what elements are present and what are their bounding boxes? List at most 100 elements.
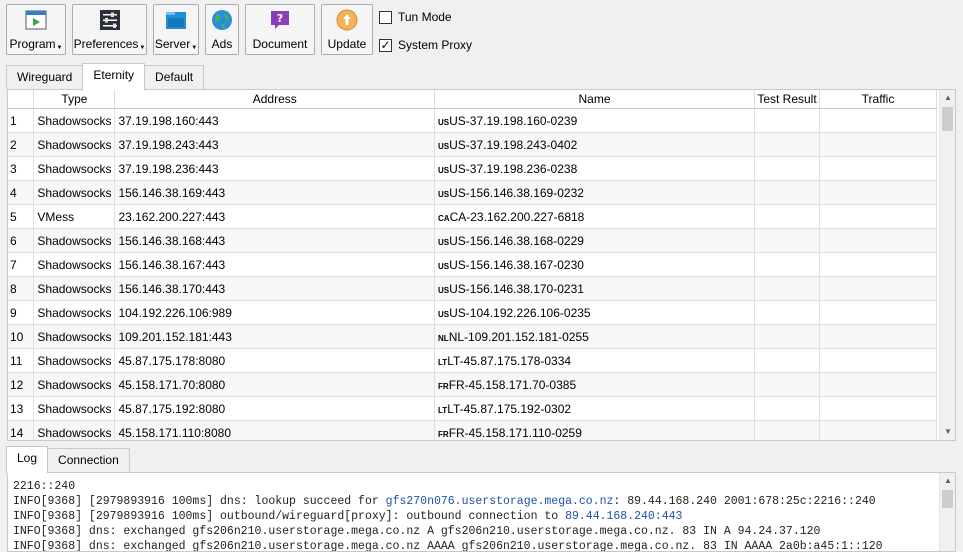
row-test-result (754, 324, 820, 349)
globe-icon (212, 10, 232, 30)
table-row[interactable]: 12 Shadowsocks 45.158.171.70:8080 FRFR-45.1… (8, 372, 937, 397)
table-row[interactable]: 10 Shadowsocks 109.201.152.181:443 NLNL-109… (8, 324, 937, 349)
row-test-result (754, 276, 820, 301)
row-traffic (819, 204, 937, 229)
country-flag-icon: US (438, 261, 450, 271)
table-row[interactable]: 13 Shadowsocks 45.87.175.192:8080 LTLT-45.8… (8, 396, 937, 421)
tab-default[interactable]: Default (144, 65, 205, 89)
table-row[interactable]: 4 Shadowsocks 156.146.38.169:443 USUS-156.1… (8, 180, 937, 205)
tun-mode-box[interactable] (379, 10, 392, 24)
table-row[interactable]: 1 Shadowsocks 37.19.198.160:443 USUS-37.19.… (8, 108, 937, 133)
row-name-text: US-37.19.198.236-0238 (449, 161, 578, 176)
table-row[interactable]: 5 VMess 23.162.200.227:443 CACA-23.162.200.… (8, 204, 937, 229)
table-row[interactable]: 9 Shadowsocks 104.192.226.106:989 USUS-104.… (8, 300, 937, 325)
system-proxy-box[interactable]: ✓ (379, 38, 392, 52)
system-proxy-checkbox[interactable]: ✓ System Proxy (379, 37, 472, 53)
row-traffic (819, 108, 937, 133)
row-type: Shadowsocks (33, 156, 116, 181)
table-header-row: Type Address Name Test Result Traffic (8, 90, 937, 109)
server-table-panel: Type Address Name Test Result Traffic 1S… (7, 89, 956, 441)
row-type: Shadowsocks (33, 348, 116, 373)
row-test-result (754, 252, 820, 277)
column-header-test-result[interactable]: Test Result (754, 90, 820, 109)
scroll-down-arrow-icon[interactable]: ▼ (940, 424, 956, 440)
row-name: FRFR-45.158.171.110-0259 (434, 420, 756, 440)
table-row[interactable]: 7 Shadowsocks 156.146.38.167:443 USUS-156.1… (8, 252, 937, 277)
log-text: INFO[9368] [2979893916 100ms] outbound/w… (13, 510, 566, 523)
server-icon (166, 12, 186, 29)
tun-mode-label: Tun Mode (398, 10, 452, 24)
program-button[interactable]: Program▼ (6, 4, 66, 55)
document-button[interactable]: ? Document (245, 4, 315, 55)
row-address: 45.158.171.70:8080 (114, 372, 436, 397)
preferences-button[interactable]: Preferences▼ (72, 4, 147, 55)
tab-log[interactable]: Log (6, 446, 49, 473)
row-name: USUS-156.146.38.167-0230 (434, 252, 756, 277)
row-index: 13 (8, 396, 35, 421)
row-name: USUS-37.19.198.243-0402 (434, 132, 756, 157)
row-traffic (819, 252, 937, 277)
row-test-result (754, 300, 820, 325)
program-label: Program (9, 37, 56, 51)
update-icon (336, 9, 358, 31)
tab-connection[interactable]: Connection (47, 448, 130, 472)
row-name: USUS-156.146.38.168-0229 (434, 228, 756, 253)
preferences-label: Preferences (73, 37, 139, 51)
column-header-index[interactable] (8, 90, 35, 109)
log-panel: 2216::240 INFO[9368] [2979893916 100ms] d… (7, 472, 956, 552)
chevron-down-icon: ▼ (139, 45, 146, 51)
server-table: Type Address Name Test Result Traffic 1S… (8, 90, 937, 440)
table-row[interactable]: 11 Shadowsocks 45.87.175.178:8080 LTLT-45.8… (8, 348, 937, 373)
update-button[interactable]: Update (321, 4, 373, 55)
row-address: 45.158.171.110:8080 (114, 420, 436, 440)
log-line: INFO[9368] [2979893916 100ms] outbound/w… (13, 509, 883, 524)
row-test-result (754, 420, 820, 440)
table-scrollbar[interactable]: ▲ ▼ (939, 90, 955, 440)
scroll-up-arrow-icon[interactable]: ▲ (940, 90, 956, 106)
row-traffic (819, 156, 937, 181)
row-test-result (754, 204, 820, 229)
country-flag-icon: US (438, 309, 450, 319)
row-traffic (819, 324, 937, 349)
column-header-name[interactable]: Name (434, 90, 756, 109)
ads-button[interactable]: Ads (205, 4, 239, 55)
log-text: : 89.44.168.240 2001:678:25c:2216::240 (613, 495, 876, 508)
row-address: 104.192.226.106:989 (114, 300, 436, 325)
log-scrollbar[interactable]: ▲ (939, 473, 955, 551)
row-index: 12 (8, 372, 35, 397)
row-traffic (819, 180, 937, 205)
country-flag-icon: LT (438, 357, 448, 367)
table-row[interactable]: 8 Shadowsocks 156.146.38.170:443 USUS-156.1… (8, 276, 937, 301)
row-name-text: NL-109.201.152.181-0255 (448, 329, 589, 344)
row-traffic (819, 132, 937, 157)
log-line: INFO[9368] dns: exchanged gfs206n210.use… (13, 539, 883, 552)
tun-mode-checkbox[interactable]: Tun Mode (379, 9, 452, 25)
tab-eternity[interactable]: Eternity (82, 63, 146, 90)
system-proxy-label: System Proxy (398, 38, 473, 52)
table-scroll-thumb[interactable] (942, 107, 953, 131)
tab-wireguard[interactable]: Wireguard (6, 65, 84, 89)
log-output[interactable]: 2216::240 INFO[9368] [2979893916 100ms] d… (13, 479, 883, 552)
table-row[interactable]: 3 Shadowsocks 37.19.198.236:443 USUS-37.19.… (8, 156, 937, 181)
column-header-address[interactable]: Address (114, 90, 436, 109)
country-flag-icon: US (438, 117, 450, 127)
log-text: INFO[9368] dns: exchanged gfs206n210.use… (13, 540, 883, 552)
log-scroll-thumb[interactable] (942, 490, 953, 508)
row-name: LTLT-45.87.175.178-0334 (434, 348, 756, 373)
row-test-result (754, 132, 820, 157)
row-name-text: US-156.146.38.169-0232 (449, 185, 584, 200)
svg-text:?: ? (277, 12, 283, 25)
table-row[interactable]: 2 Shadowsocks 37.19.198.243:443 USUS-37.19.… (8, 132, 937, 157)
row-name-text: US-37.19.198.243-0402 (449, 137, 578, 152)
column-header-type[interactable]: Type (33, 90, 116, 109)
column-header-traffic[interactable]: Traffic (819, 90, 937, 109)
scroll-up-arrow-icon[interactable]: ▲ (940, 473, 955, 489)
server-button[interactable]: Server▼ (153, 4, 199, 55)
log-text: INFO[9368] dns: exchanged gfs206n210.use… (13, 525, 821, 538)
update-label: Update (327, 37, 367, 51)
help-icon: ? (271, 11, 289, 29)
table-row[interactable]: 14 Shadowsocks 45.158.171.110:8080 FRFR-45.… (8, 420, 937, 440)
row-index: 11 (8, 348, 35, 373)
table-row[interactable]: 6 Shadowsocks 156.146.38.168:443 USUS-156.1… (8, 228, 937, 253)
log-line: INFO[9368] dns: exchanged gfs206n210.use… (13, 524, 883, 539)
